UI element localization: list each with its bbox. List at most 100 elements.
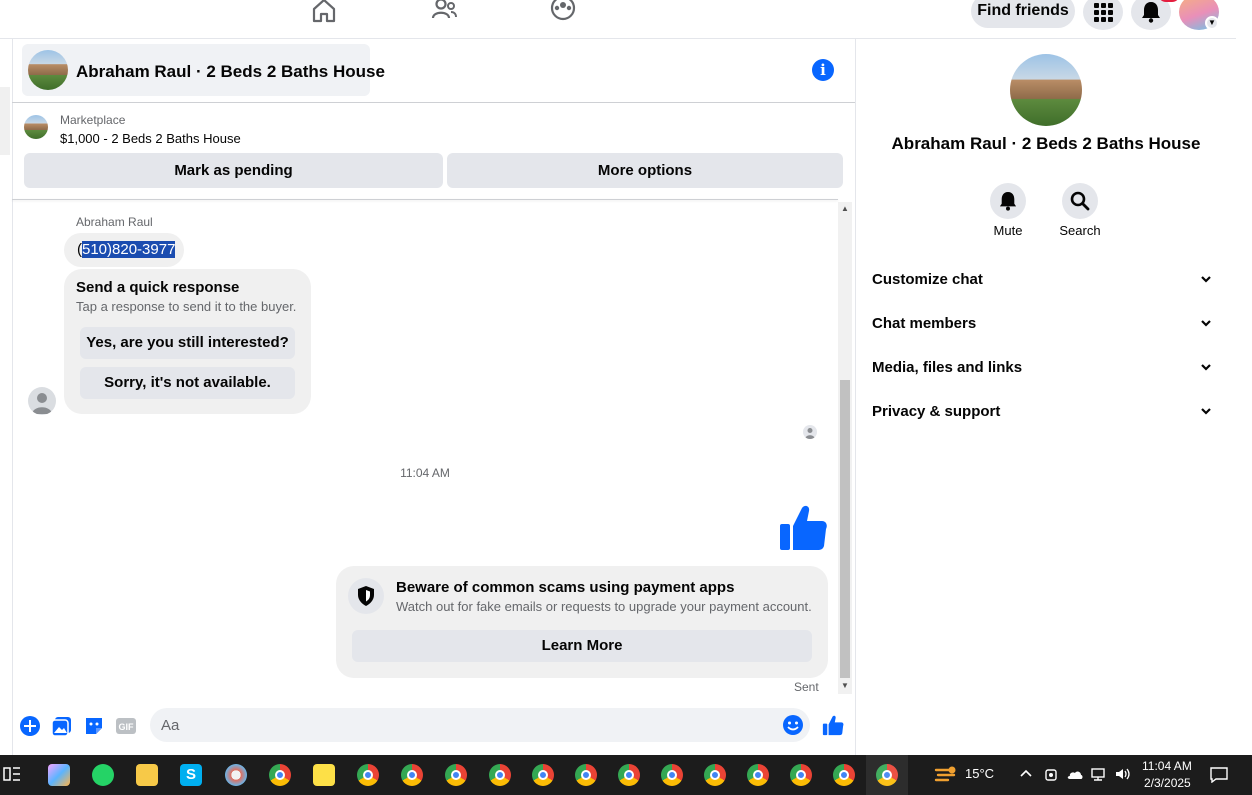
message-timestamp: 11:04 AM — [400, 466, 450, 480]
thumbs-up-icon[interactable] — [778, 502, 828, 552]
weather-icon[interactable] — [934, 764, 956, 786]
section-label: Customize chat — [872, 271, 983, 288]
clock-date[interactable]: 2/3/2025 — [1144, 776, 1191, 790]
whatsapp-icon[interactable] — [92, 764, 114, 786]
chevron-down-icon — [1200, 309, 1212, 350]
quick-response-button[interactable]: Sorry, it's not available. — [80, 367, 295, 399]
photo-icon[interactable] — [51, 715, 73, 737]
sticker-icon[interactable] — [83, 715, 105, 737]
meet-now-icon[interactable] — [1044, 767, 1058, 786]
chevron-up-icon[interactable] — [1019, 767, 1033, 784]
grid-icon — [1094, 3, 1113, 22]
file-explorer-icon[interactable] — [136, 764, 158, 786]
info-icon[interactable]: i — [812, 59, 834, 81]
chat-title[interactable]: Abraham Raul · 2 Beds 2 Baths House — [76, 62, 385, 82]
skype-icon[interactable]: S — [180, 764, 202, 786]
divider — [12, 102, 855, 103]
chrome-icon[interactable] — [661, 764, 683, 786]
chrome-icon[interactable] — [747, 764, 769, 786]
home-icon[interactable] — [310, 0, 338, 24]
onedrive-icon[interactable] — [1066, 767, 1084, 784]
chrome-icon[interactable] — [445, 764, 467, 786]
chrome-icon[interactable] — [704, 764, 726, 786]
chevron-down-icon — [1200, 353, 1212, 394]
menu-grid-button[interactable] — [1083, 0, 1123, 30]
weather-temperature[interactable]: 15°C — [965, 766, 994, 781]
page-scrollbar[interactable] — [1236, 0, 1252, 755]
listing-thumbnail — [28, 50, 68, 90]
more-options-button[interactable]: More options — [447, 153, 843, 188]
svg-text:GIF: GIF — [119, 722, 135, 732]
scam-warning-subtitle: Watch out for fake emails or requests to… — [396, 599, 812, 614]
notification-center-icon[interactable] — [1210, 767, 1228, 786]
groups-icon[interactable] — [549, 0, 577, 24]
chrome-icon[interactable] — [790, 764, 812, 786]
divider — [12, 199, 838, 200]
search-button[interactable] — [1062, 183, 1098, 219]
clock-time[interactable]: 11:04 AM — [1142, 759, 1192, 773]
emoji-icon[interactable] — [782, 714, 804, 736]
right-panel-title: Abraham Raul · 2 Beds 2 Baths House — [891, 134, 1201, 153]
message-input[interactable] — [150, 708, 810, 742]
copilot-icon[interactable] — [48, 764, 70, 786]
mark-as-pending-button[interactable]: Mark as pending — [24, 153, 443, 188]
search-icon — [1070, 191, 1090, 211]
add-icon[interactable] — [19, 715, 41, 737]
chevron-down-icon — [1200, 397, 1212, 438]
section-label: Chat members — [872, 315, 977, 332]
sticky-notes-icon[interactable] — [313, 764, 335, 786]
task-view-icon[interactable] — [2, 764, 24, 786]
section-label: Media, files and links — [872, 359, 1023, 376]
chrome-icon[interactable] — [401, 764, 423, 786]
left-scroll-edge — [0, 87, 10, 155]
section-media-files-links[interactable]: Media, files and links — [872, 353, 1222, 383]
shield-icon — [348, 578, 384, 614]
seen-indicator-avatar — [803, 425, 817, 439]
selected-text: 510)820-3977 — [82, 241, 176, 258]
chrome-icon[interactable] — [575, 764, 597, 786]
scroll-down-arrow[interactable]: ▼ — [838, 681, 852, 690]
phone-message[interactable]: (510)820-3977 — [77, 241, 176, 258]
gif-icon[interactable]: GIF — [115, 715, 137, 737]
scam-warning-title: Beware of common scams using payment app… — [396, 579, 735, 596]
section-privacy-support[interactable]: Privacy & support — [872, 397, 1222, 427]
quick-response-title: Send a quick response — [76, 279, 240, 296]
quick-response-button[interactable]: Yes, are you still interested? — [80, 327, 295, 359]
paint-icon[interactable] — [225, 764, 247, 786]
chrome-icon[interactable] — [269, 764, 291, 786]
sender-avatar[interactable] — [28, 387, 56, 415]
search-label: Search — [1059, 223, 1101, 238]
chat-avatar-large[interactable] — [1010, 54, 1082, 126]
scroll-up-arrow[interactable]: ▲ — [838, 204, 852, 213]
volume-icon[interactable] — [1114, 767, 1132, 784]
bell-icon — [1142, 2, 1160, 23]
chrome-icon[interactable] — [489, 764, 511, 786]
quick-response-subtitle: Tap a response to send it to the buyer. — [76, 299, 297, 314]
friends-icon[interactable] — [430, 0, 458, 24]
chrome-icon[interactable] — [532, 764, 554, 786]
chrome-icon[interactable] — [618, 764, 640, 786]
message-input-placeholder: Aa — [161, 717, 180, 734]
scrollbar-thumb[interactable] — [840, 380, 850, 678]
section-customize-chat[interactable]: Customize chat — [872, 265, 1222, 295]
network-icon[interactable] — [1090, 767, 1106, 784]
find-friends-button[interactable]: Find friends — [971, 0, 1075, 28]
thumbs-up-icon[interactable] — [822, 714, 844, 736]
chrome-icon[interactable] — [357, 764, 379, 786]
chevron-down-icon[interactable]: ▼ — [1205, 16, 1219, 30]
mute-button[interactable] — [990, 183, 1026, 219]
bell-icon — [999, 192, 1017, 211]
divider — [12, 39, 13, 755]
marketplace-label: Marketplace — [60, 113, 126, 127]
notifications-button[interactable] — [1131, 0, 1171, 30]
sender-name: Abraham Raul — [76, 215, 153, 229]
section-chat-members[interactable]: Chat members — [872, 309, 1222, 339]
chrome-icon[interactable] — [833, 764, 855, 786]
chevron-down-icon — [1200, 265, 1212, 306]
sent-status: Sent — [794, 680, 819, 694]
listing-thumbnail-small — [24, 115, 48, 139]
learn-more-button[interactable]: Learn More — [352, 630, 812, 662]
top-navigation-bar: Find friends ▼ — [0, 0, 1236, 39]
active-app-highlight — [866, 755, 908, 795]
listing-price-title[interactable]: $1,000 - 2 Beds 2 Baths House — [60, 131, 241, 146]
